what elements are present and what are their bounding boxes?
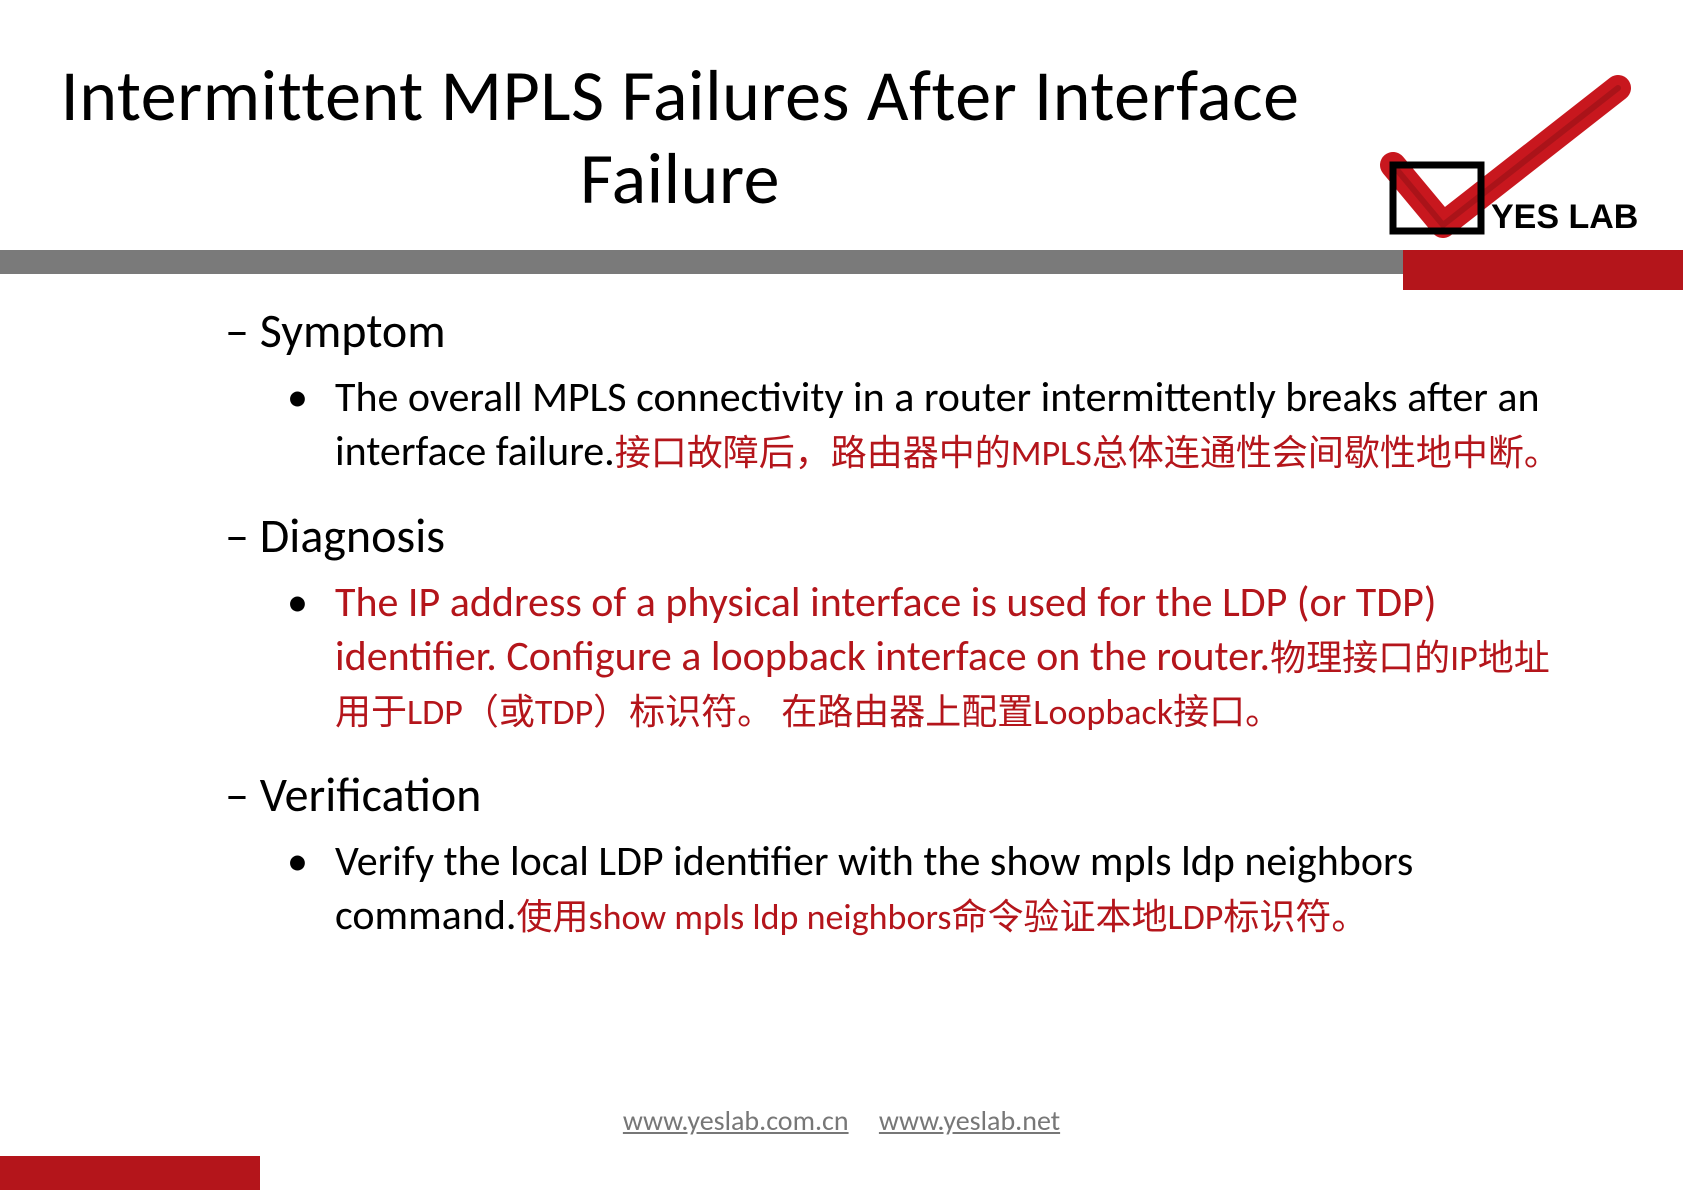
section-symptom-head: Symptom	[225, 300, 1585, 361]
symptom-text-zh: 接口故障后，路由器中的MPLS总体连通性会间歇性地中断。	[615, 431, 1560, 475]
section-diagnosis-head: Diagnosis	[225, 505, 1585, 566]
divider-red	[1403, 250, 1683, 290]
verification-bullet: Verify the local LDP identifier with the…	[225, 835, 1585, 943]
verification-text-pre: Verify the local LDP identifier with the	[335, 836, 990, 887]
slide: Intermittent MPLS Failures After Interfa…	[0, 0, 1683, 1190]
footer-link-2[interactable]: www.yeslab.net	[879, 1103, 1060, 1138]
diagnosis-bullet: The IP address of a physical interface i…	[225, 576, 1585, 737]
yeslab-logo: YES LAB	[1363, 70, 1643, 240]
footer-link-1[interactable]: www.yeslab.com.cn	[623, 1103, 849, 1138]
bottom-accent-bar	[0, 1156, 260, 1190]
footer: www.yeslab.com.cn www.yeslab.net	[0, 1103, 1683, 1138]
logo-text: YES LAB	[1491, 198, 1638, 236]
section-verification-head: Verification	[225, 764, 1585, 825]
symptom-bullet: The overall MPLS connectivity in a route…	[225, 371, 1585, 479]
verification-text-zh: 使用show mpls ldp neighbors命令验证本地LDP标识符。	[517, 895, 1368, 939]
verification-command: show mpls ldp neighbors	[990, 836, 1413, 887]
content-body: Symptom The overall MPLS connectivity in…	[225, 300, 1585, 951]
verification-text-post: command.	[335, 890, 517, 941]
slide-title: Intermittent MPLS Failures After Interfa…	[0, 55, 1360, 221]
